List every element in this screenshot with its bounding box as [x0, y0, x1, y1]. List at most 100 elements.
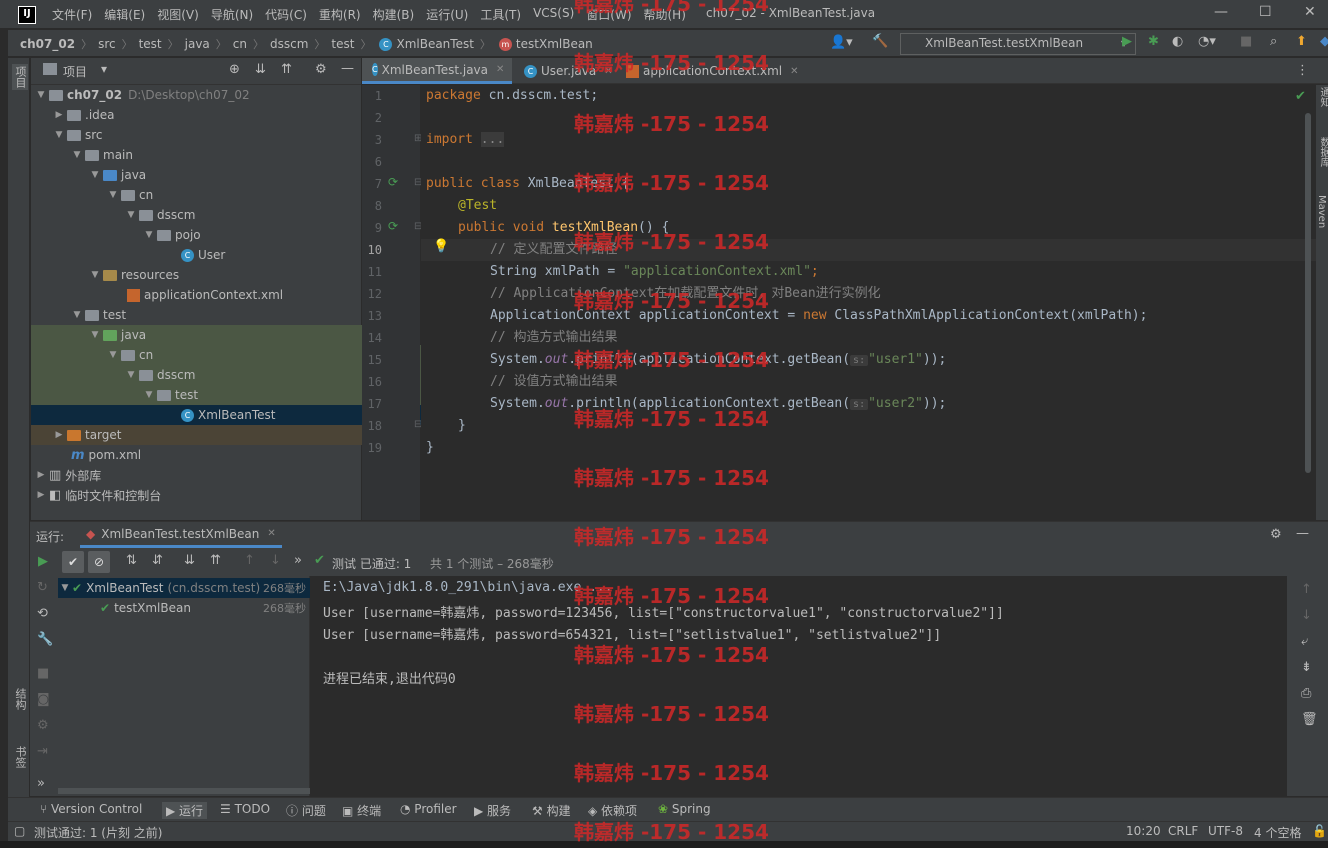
settings-icon[interactable]: ⚙ — [37, 718, 49, 733]
structure-tool-tab[interactable]: 结构 — [12, 688, 28, 710]
menu-vcs[interactable]: VCS(S) — [533, 6, 574, 23]
show-passed-icon[interactable]: ✔ — [62, 551, 84, 573]
tree-item-external-libs[interactable]: ▶ ▥ 外部库 — [31, 465, 365, 485]
lightbulb-icon[interactable]: 💡 — [433, 239, 449, 254]
notifications-tool-tab[interactable]: 通知 — [1316, 87, 1328, 107]
chevron-down-icon[interactable]: ▼ — [143, 390, 155, 400]
chevron-down-icon[interactable]: ▼ — [107, 190, 119, 200]
chevron-down-icon[interactable]: ▼ — [143, 230, 155, 240]
run-gutter-icon[interactable]: ⟳ — [388, 219, 398, 233]
tree-item-test[interactable]: ▼ test — [31, 305, 401, 325]
tree-item-main-java[interactable]: ▼ java — [31, 165, 419, 185]
chevron-right-icon[interactable]: ▶ — [35, 490, 47, 500]
tree-item-test-java[interactable]: ▼ java — [31, 325, 419, 345]
more-tabs-icon[interactable]: ⋮ — [1296, 63, 1309, 78]
run-config-selector[interactable]: XmlBeanTest.testXmlBean ▾ — [900, 33, 1136, 55]
minimize-icon[interactable]: — — [1214, 4, 1228, 20]
locate-icon[interactable]: ⊕ — [229, 62, 240, 77]
gear-icon[interactable]: ⚙ — [315, 62, 327, 77]
crumb-project[interactable]: ch07_02 — [20, 37, 75, 51]
chevron-down-icon[interactable]: ▼ — [89, 270, 101, 280]
chevron-down-icon[interactable]: ▼ — [107, 350, 119, 360]
caret-position[interactable]: 10:20 — [1126, 824, 1161, 838]
console-output[interactable]: E:\Java\jdk1.8.0_291\bin\java.exe ... Us… — [311, 576, 1287, 796]
tool-profiler[interactable]: ◔ Profiler — [400, 802, 457, 816]
bookmarks-tool-tab[interactable]: 书签 — [12, 746, 28, 768]
inspection-ok-icon[interactable]: ✔ — [1295, 89, 1306, 104]
profile-icon[interactable]: ◔▾ — [1198, 34, 1216, 49]
stop-icon[interactable]: ■ — [37, 666, 49, 681]
crumb-cn[interactable]: cn — [233, 37, 247, 51]
menu-file[interactable]: 文件(F) — [52, 6, 92, 23]
maximize-icon[interactable]: ☐ — [1259, 4, 1272, 20]
wrench-icon[interactable]: 🔧 — [37, 632, 53, 647]
menu-run[interactable]: 运行(U) — [426, 6, 468, 23]
tree-item-target[interactable]: ▶ target — [31, 425, 383, 445]
chevron-down-icon[interactable]: ▼ — [53, 130, 65, 140]
code-editor[interactable]: 💡 package cn.dsscm.test; import ... publ… — [421, 85, 1316, 520]
crumb-dsscm[interactable]: dsscm — [270, 37, 308, 51]
tree-item-idea[interactable]: ▶ .idea — [31, 105, 383, 125]
close-window-icon[interactable]: ✕ — [1304, 4, 1316, 20]
show-ignored-icon[interactable]: ⊘ — [88, 551, 110, 573]
chevron-down-icon[interactable]: ▼ — [125, 370, 137, 380]
menu-edit[interactable]: 编辑(E) — [104, 6, 145, 23]
indent-setting[interactable]: 4 个空格 — [1254, 824, 1301, 841]
coverage-icon[interactable]: ◐ — [1172, 34, 1183, 49]
tab-xmlbeantest[interactable]: C XmlBeanTest.java ✕ — [362, 58, 512, 84]
camera-icon[interactable]: ◙ — [37, 692, 50, 707]
file-encoding[interactable]: UTF-8 — [1208, 824, 1243, 838]
menu-tools[interactable]: 工具(T) — [480, 6, 521, 23]
status-message[interactable]: 测试通过: 1 (片刻 之前) — [34, 824, 163, 841]
menu-navigate[interactable]: 导航(N) — [211, 6, 253, 23]
test-suite-row[interactable]: ▼ ✔ XmlBeanTest (cn.dsscm.test) 268毫秒 — [58, 578, 310, 598]
crumb-src[interactable]: src — [98, 37, 116, 51]
update-icon[interactable]: ⬆ — [1296, 34, 1307, 49]
arrow-up-icon[interactable]: ↑ — [1301, 582, 1312, 597]
build-hammer-icon[interactable]: 🔨 — [872, 34, 888, 49]
chevron-right-icon[interactable]: ▶ — [53, 110, 65, 120]
user-icon[interactable]: 👤▾ — [830, 35, 853, 50]
editor-scrollbar[interactable] — [1305, 113, 1311, 473]
maven-tool-tab[interactable]: Maven — [1316, 195, 1327, 228]
sort-alpha-icon[interactable]: ⇅ — [126, 553, 137, 568]
expand-all-icon[interactable]: ⇊ — [184, 553, 195, 568]
tool-todo[interactable]: ☰ TODO — [220, 802, 270, 816]
tree-item-main[interactable]: ▼ main — [31, 145, 401, 165]
project-header-label[interactable]: 项目 — [63, 63, 87, 80]
tree-item-pom[interactable]: m pom.xml — [31, 445, 399, 465]
arrow-up-icon[interactable]: ↑ — [244, 553, 255, 568]
crumb-class[interactable]: XmlBeanTest — [396, 37, 473, 51]
tool-problems[interactable]: ⓘ 问题 — [286, 802, 326, 819]
chevron-down-icon[interactable]: ▼ — [71, 310, 83, 320]
sort-duration-icon[interactable]: ⇵ — [152, 553, 163, 568]
line-separator[interactable]: CRLF — [1168, 824, 1198, 838]
run-tab[interactable]: ◆ XmlBeanTest.testXmlBean ✕ — [80, 522, 282, 548]
chevron-down-icon[interactable]: ▼ — [58, 583, 72, 593]
crumb-test[interactable]: test — [139, 37, 162, 51]
close-icon[interactable]: ✕ — [790, 66, 798, 77]
more-icon[interactable]: » — [294, 553, 302, 568]
chevron-down-icon[interactable]: ▼ — [89, 330, 101, 340]
tool-services[interactable]: ▶ 服务 — [474, 802, 511, 819]
crumb-java[interactable]: java — [185, 37, 210, 51]
chevron-right-icon[interactable]: ▶ — [35, 470, 47, 480]
hide-panel-icon[interactable]: — — [1296, 526, 1309, 541]
crumb-test-pkg[interactable]: test — [331, 37, 354, 51]
toggle-auto-test-icon[interactable]: ⟲ — [37, 606, 48, 621]
chevron-down-icon[interactable]: ▼ — [89, 170, 101, 180]
hide-panel-icon[interactable]: — — [341, 61, 354, 76]
tool-version-control[interactable]: ⑂ Version Control — [40, 802, 142, 816]
tree-item-resources[interactable]: ▼ resources — [31, 265, 419, 285]
tree-item-project-root[interactable]: ▼ ch07_02 D:\Desktop\ch07_02 — [31, 85, 365, 105]
chevron-down-icon[interactable]: ▼ — [71, 150, 83, 160]
debug-icon[interactable]: ✱ — [1148, 34, 1159, 49]
menu-build[interactable]: 构建(B) — [373, 6, 415, 23]
tool-build[interactable]: ⚒ 构建 — [532, 802, 571, 819]
test-case-row[interactable]: ✔ testXmlBean 268毫秒 — [58, 598, 310, 618]
print-icon[interactable]: ⎙ — [1301, 686, 1311, 701]
chevron-right-icon[interactable]: ▶ — [53, 430, 65, 440]
rerun-icon[interactable]: ▶ — [38, 554, 48, 569]
tool-terminal[interactable]: ▣ 终端 — [342, 802, 381, 819]
search-icon[interactable]: ⌕ — [1270, 34, 1277, 49]
